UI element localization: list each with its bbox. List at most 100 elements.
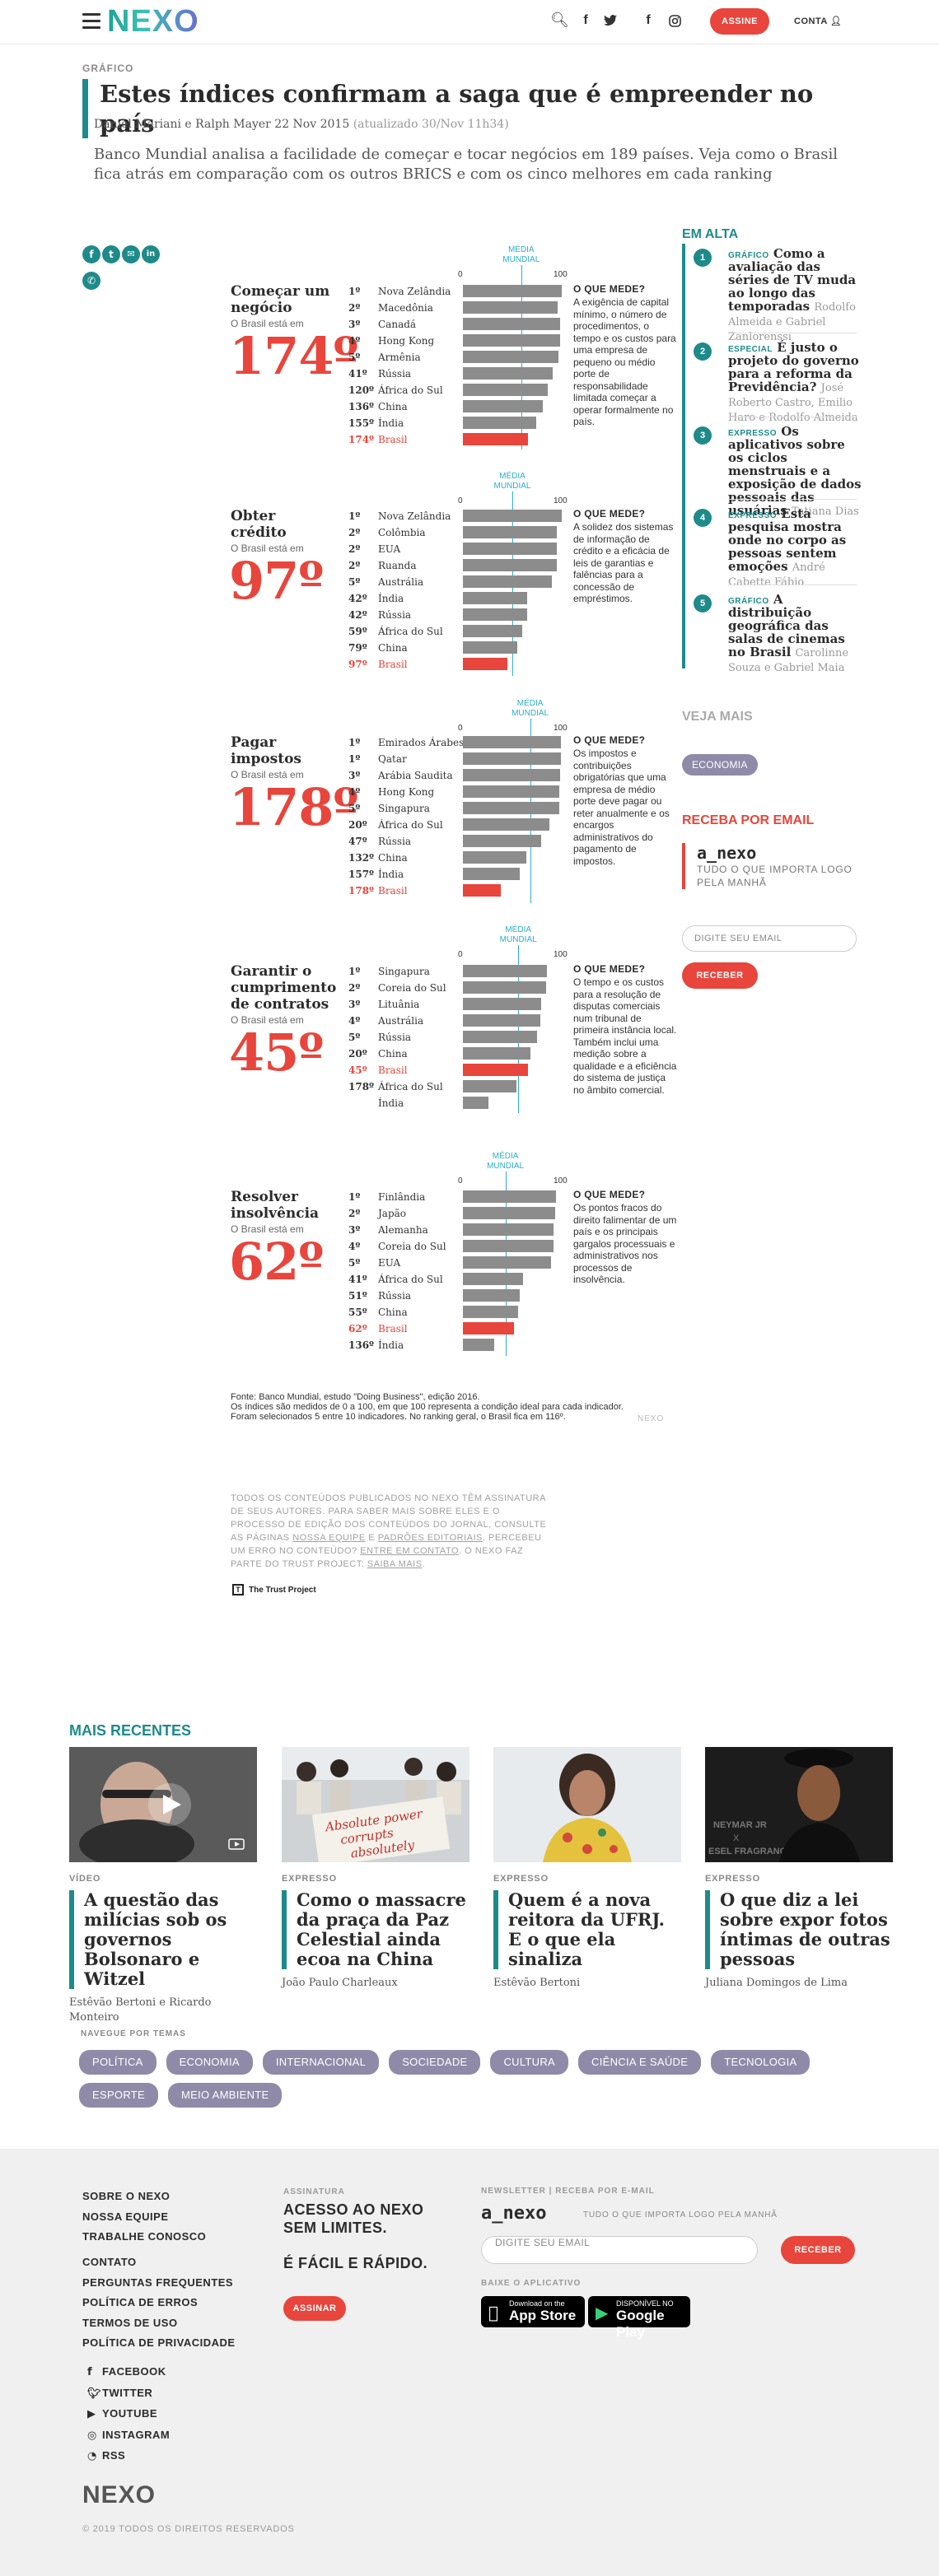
recent-card[interactable]: EXPRESSO Quem é a nova reitora da UFRJ. … xyxy=(493,1747,681,1991)
country-name: Rússia xyxy=(378,368,412,380)
indicator-title: Começar um negócio xyxy=(231,283,330,316)
facebook-icon[interactable]: f xyxy=(577,12,595,30)
social-label: FACEBOOK xyxy=(102,2365,166,2378)
instagram-icon: ◎ xyxy=(87,2429,97,2442)
card-author: Juliana Domingos de Lima xyxy=(705,1977,848,1989)
assine-button[interactable]: ASSINE xyxy=(710,8,769,35)
link-saiba-mais[interactable]: Saiba mais xyxy=(367,1559,423,1569)
tag-economia[interactable]: ECONOMIA xyxy=(682,754,758,776)
social-link[interactable]: ▶︎ YOUTUBE xyxy=(87,2404,170,2425)
axis-max-label: 100 xyxy=(554,1176,568,1186)
card-title[interactable]: A questão das milícias sob os governos B… xyxy=(69,1890,257,1989)
sidebar-receber-button[interactable]: RECEBER xyxy=(682,962,758,989)
footer-assinar-button[interactable]: ASSINAR xyxy=(283,2296,346,2321)
trust-project-badge[interactable]: T The Trust Project xyxy=(232,1584,316,1595)
footer-receber-button[interactable]: RECEBER xyxy=(781,2236,855,2264)
link-padroes-editoriais[interactable]: Padrões editoriais xyxy=(378,1533,483,1543)
em-alta-heading: EM ALTA xyxy=(682,227,739,241)
link-entre-em-contato[interactable]: Entre em contato xyxy=(360,1546,459,1556)
country-name: Índia xyxy=(378,869,404,880)
recent-card[interactable]: VÍDEO A questão das milícias sob os gove… xyxy=(69,1747,257,2025)
footer-link[interactable]: TRABALHE CONOSCO xyxy=(82,2227,206,2248)
tema-pill[interactable]: POLÍTICA xyxy=(79,2050,156,2075)
tema-pill[interactable]: TECNOLOGIA xyxy=(711,2050,811,2075)
social-link[interactable]: 🐦︎TWITTER xyxy=(87,2383,170,2405)
social-link[interactable]: ◔ RSS xyxy=(87,2446,170,2467)
card-title[interactable]: Como o massacre da praça da Paz Celestia… xyxy=(282,1890,470,1969)
bar xyxy=(463,1080,516,1092)
tema-pill[interactable]: INTERNACIONAL xyxy=(262,2050,380,2075)
footer-logo[interactable]: NEXO xyxy=(82,2481,156,2509)
bar xyxy=(463,384,548,396)
item-text[interactable]: GRÁFICO A distribuição geográfica das sa… xyxy=(728,593,862,675)
country-name: Emirados Árabes xyxy=(378,737,465,748)
country-name: Austrália xyxy=(378,576,424,588)
card-title[interactable]: O que diz a lei sobre expor fotos íntima… xyxy=(705,1890,893,1969)
rank: 5º xyxy=(348,1032,361,1043)
google-play-button[interactable]: ▶︎ DISPONÍVEL NO Google Play xyxy=(588,2296,690,2340)
article-kicker: GRÁFICO xyxy=(82,63,134,74)
footer-link[interactable]: SOBRE O NEXO xyxy=(82,2187,206,2207)
rank: 5º xyxy=(348,576,361,588)
social-link[interactable]: ◎ INSTAGRAM xyxy=(87,2425,170,2447)
footer-email-input[interactable]: DIGITE SEU EMAIL xyxy=(481,2236,758,2264)
tema-pill[interactable]: ESPORTE xyxy=(79,2083,158,2108)
bar xyxy=(463,608,527,621)
card-image[interactable]: Absolute power corrupts absolutely xyxy=(282,1747,470,1862)
country-name: Qatar xyxy=(378,753,407,765)
footer-link[interactable]: PERGUNTAS FREQUENTES xyxy=(82,2273,236,2294)
site-logo[interactable]: NEXO xyxy=(107,5,199,38)
share-whatsapp-icon[interactable]: ✆︎ xyxy=(82,272,100,290)
footer-link[interactable]: POLÍTICA DE PRIVACIDADE xyxy=(82,2333,236,2354)
link-nossa-equipe[interactable]: Nossa equipe xyxy=(292,1533,366,1543)
country-name: China xyxy=(378,401,408,412)
card-image[interactable]: NEYMAR JR X ESEL FRAGRANCES xyxy=(705,1747,893,1862)
trust-text: . xyxy=(422,1559,426,1569)
footer-link[interactable]: CONTATO xyxy=(82,2252,236,2273)
tema-pill[interactable]: CIÊNCIA E SAÚDE xyxy=(578,2050,702,2075)
axis-max-label: 100 xyxy=(554,724,568,733)
youtube-icon: ▶︎ xyxy=(87,2408,96,2421)
app-store-button[interactable]:  Download on the App Store xyxy=(481,2296,585,2327)
account-link[interactable]: CONTA 👤︎ xyxy=(794,16,842,26)
tema-pill[interactable]: MEIO AMBIENTE xyxy=(168,2083,283,2108)
item-text[interactable]: EXPRESSO Esta pesquisa mostra onde no co… xyxy=(728,507,862,589)
share-facebook-icon[interactable]: f xyxy=(82,245,100,263)
card-image[interactable] xyxy=(493,1747,681,1862)
footer-link[interactable]: NOSSA EQUIPE xyxy=(82,2207,206,2228)
footer-link[interactable]: POLÍTICA DE ERROS xyxy=(82,2293,236,2313)
item-text[interactable]: ESPECIAL É justo o projeto do governo pa… xyxy=(728,341,862,425)
footer-link[interactable]: TERMOS DE USO xyxy=(82,2313,236,2334)
recent-card[interactable]: NEYMAR JR X ESEL FRAGRANCES EXPRESSO O q… xyxy=(705,1747,893,1991)
recent-card[interactable]: Absolute power corrupts absolutely EXPRE… xyxy=(282,1747,470,1991)
search-icon[interactable]: 🔍︎ xyxy=(550,12,569,30)
tema-pill[interactable]: ECONOMIA xyxy=(166,2050,253,2075)
baixe-app-kicker: BAIXE O APLICATIVO xyxy=(481,2279,582,2288)
what-it-measures-heading: O QUE MEDE? xyxy=(573,283,646,295)
tema-pill[interactable]: CULTURA xyxy=(490,2050,569,2075)
what-it-measures-heading: O QUE MEDE? xyxy=(573,963,646,975)
menu-icon[interactable] xyxy=(82,13,100,30)
social-link[interactable]: f FACEBOOK xyxy=(87,2362,170,2383)
video-thumbnail[interactable] xyxy=(69,1747,257,1862)
item-title[interactable]: Os aplicativos sobre os ciclos menstruai… xyxy=(728,424,862,518)
ranking-row: 42º Índia xyxy=(348,590,571,607)
instagram-icon[interactable] xyxy=(666,12,684,30)
bar xyxy=(463,526,557,538)
bar xyxy=(463,1047,530,1060)
chart-source: Fonte: Banco Mundial, estudo "Doing Busi… xyxy=(231,1392,624,1422)
tema-pill[interactable]: SOCIEDADE xyxy=(389,2050,481,2075)
card-title[interactable]: Quem é a nova reitora da UFRJ. E o que e… xyxy=(493,1890,681,1969)
item-text[interactable]: EXPRESSO Os aplicativos sobre os ciclos … xyxy=(728,425,862,519)
ranking-row: 5º Austrália xyxy=(348,574,571,590)
share-messenger-icon[interactable]: ✉︎ xyxy=(122,245,140,263)
bar xyxy=(463,1190,556,1203)
share-twitter-icon[interactable]: t xyxy=(102,245,120,263)
sidebar-email-input[interactable]: DIGITE SEU EMAIL xyxy=(682,925,857,952)
twitter-icon[interactable] xyxy=(601,12,619,30)
facebook-icon[interactable]: f xyxy=(639,12,657,30)
ranking-row: 47º Rússia xyxy=(348,833,571,850)
item-text[interactable]: GRÁFICO Como a avaliação das séries de T… xyxy=(728,247,862,344)
country-name: Armênia xyxy=(378,352,421,363)
share-linkedin-icon[interactable]: in xyxy=(142,245,160,263)
